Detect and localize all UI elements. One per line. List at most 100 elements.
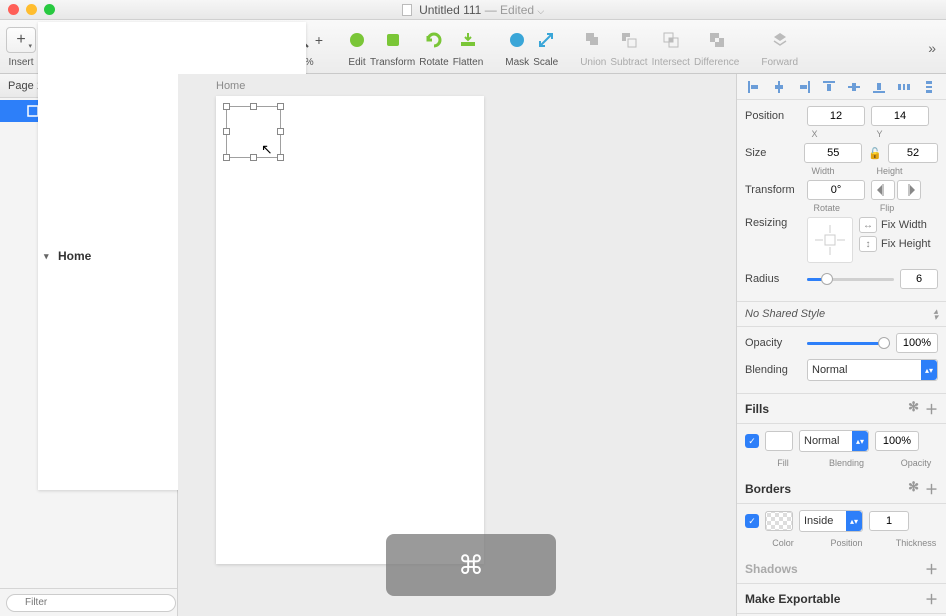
toolbar-overflow-icon[interactable]: » (924, 36, 940, 60)
document-title: Untitled 111 (419, 3, 481, 17)
filter-input[interactable] (6, 594, 176, 612)
difference-icon[interactable] (708, 31, 726, 49)
rotate-input[interactable] (807, 180, 865, 200)
resize-handle-e[interactable] (277, 128, 284, 135)
fills-add-icon[interactable]: ＋ (925, 399, 938, 418)
resize-handle-s[interactable] (250, 154, 257, 161)
fix-height-button[interactable]: ↕Fix Height (859, 236, 931, 252)
fill-row: ✓ Normal▴▾ (737, 424, 946, 458)
borders-add-icon[interactable]: ＋ (925, 479, 938, 498)
mask-label: Mask (505, 57, 529, 68)
selected-rectangle[interactable]: ↖ (226, 106, 281, 158)
align-right-icon[interactable] (795, 78, 813, 96)
height-input[interactable] (888, 143, 938, 163)
border-color-swatch[interactable] (765, 511, 793, 531)
border-position-select[interactable]: Inside▴▾ (799, 510, 863, 532)
artboard-home[interactable]: ↖ (216, 96, 484, 564)
align-hcenter-icon[interactable] (770, 78, 788, 96)
blending-select[interactable]: Normal ▴▾ (807, 359, 938, 381)
resize-handle-sw[interactable] (223, 154, 230, 161)
lock-icon[interactable]: 🔓 (868, 147, 882, 160)
borders-gear-icon[interactable]: ✻ (908, 479, 919, 498)
transform-icon[interactable] (384, 31, 402, 49)
edit-label: Edit (348, 57, 365, 68)
export-header[interactable]: Make Exportable ＋ (737, 584, 946, 614)
fills-gear-icon[interactable]: ✻ (908, 399, 919, 418)
select-arrows-icon: ▴▾ (852, 431, 868, 451)
fill-blend-select[interactable]: Normal▴▾ (799, 430, 869, 452)
size-label: Size (745, 147, 798, 159)
resize-handle-ne[interactable] (277, 103, 284, 110)
width-sublabel: Width (812, 166, 870, 176)
x-input[interactable] (807, 106, 865, 126)
select-arrows-icon: ▴▾ (846, 511, 862, 531)
distribute-v-icon[interactable] (920, 78, 938, 96)
intersect-icon[interactable] (662, 31, 680, 49)
resizing-constraints[interactable] (807, 217, 853, 263)
shared-style-select[interactable]: No Shared Style ▴▾ (737, 302, 946, 327)
align-top-icon[interactable] (820, 78, 838, 96)
disclosure-icon[interactable]: ▾ (44, 251, 54, 262)
fill-checkbox[interactable]: ✓ (745, 434, 759, 448)
artboard-name: Home (58, 249, 91, 263)
resize-handle-nw[interactable] (223, 103, 230, 110)
scale-icon[interactable] (537, 31, 555, 49)
opacity-input[interactable] (896, 333, 938, 353)
layer-tree: ▾ Home Rectangle (0, 98, 177, 588)
x-sublabel: X (812, 129, 870, 139)
opacity-label: Opacity (745, 337, 801, 349)
union-icon[interactable] (584, 31, 602, 49)
border-thickness-input[interactable] (869, 511, 909, 531)
edit-icon[interactable] (348, 31, 366, 49)
subtract-icon[interactable] (620, 31, 638, 49)
opacity-section: Opacity Blending Normal ▴▾ (737, 327, 946, 394)
export-add-icon[interactable]: ＋ (925, 589, 938, 608)
difference-label: Difference (694, 57, 739, 68)
zoom-in-button[interactable]: + (312, 32, 326, 48)
radius-slider[interactable] (807, 271, 894, 287)
mask-icon[interactable] (508, 31, 526, 49)
opacity-slider[interactable] (807, 335, 890, 351)
pos-sublabel: Position (799, 538, 894, 548)
y-sublabel: Y (877, 129, 935, 139)
align-bottom-icon[interactable] (870, 78, 888, 96)
fix-width-button[interactable]: ↔Fix Width (859, 217, 931, 233)
minimize-button[interactable] (26, 4, 37, 15)
align-vcenter-icon[interactable] (845, 78, 863, 96)
select-arrows-icon: ▴▾ (921, 360, 937, 380)
flatten-icon[interactable] (459, 31, 477, 49)
rotate-icon[interactable] (425, 31, 443, 49)
resize-handle-se[interactable] (277, 154, 284, 161)
window-title: Untitled 111 — Edited ⌵ (0, 3, 946, 17)
insert-button[interactable]: +▾ (6, 27, 36, 53)
border-checkbox[interactable]: ✓ (745, 514, 759, 528)
align-controls (737, 74, 946, 100)
height-sublabel: Height (877, 166, 935, 176)
artboard-row[interactable]: ▾ Home (38, 98, 177, 490)
width-input[interactable] (804, 143, 862, 163)
layers-panel: Page 1 ⌵ ☰ ▾ Home Rectangle 🔍 ▣ ✎ 0 (0, 74, 178, 616)
title-dropdown-icon[interactable]: ⌵ (537, 6, 544, 16)
maximize-button[interactable] (44, 4, 55, 15)
y-input[interactable] (871, 106, 929, 126)
artboard-label[interactable]: Home (216, 80, 245, 92)
resize-handle-w[interactable] (223, 128, 230, 135)
flip-horizontal-button[interactable] (871, 180, 895, 200)
resize-handle-n[interactable] (250, 103, 257, 110)
shared-style-value: No Shared Style (745, 308, 825, 320)
flip-vertical-button[interactable] (897, 180, 921, 200)
fill-color-swatch[interactable] (765, 431, 793, 451)
fills-label: Fills (745, 402, 769, 416)
shadows-add-icon[interactable]: ＋ (925, 559, 938, 578)
fills-header: Fills ✻ ＋ (737, 394, 946, 424)
close-button[interactable] (8, 4, 19, 15)
geometry-section: Position XY Size 🔓 WidthHeight Transform (737, 100, 946, 302)
distribute-h-icon[interactable] (895, 78, 913, 96)
fill-opacity-input[interactable] (875, 431, 919, 451)
union-label: Union (580, 57, 606, 68)
align-left-icon[interactable] (745, 78, 763, 96)
shadows-header: Shadows ＋ (737, 554, 946, 584)
radius-input[interactable] (900, 269, 938, 289)
canvas[interactable]: Home ↖ ⌘ (178, 74, 736, 616)
forward-icon[interactable] (771, 31, 789, 49)
